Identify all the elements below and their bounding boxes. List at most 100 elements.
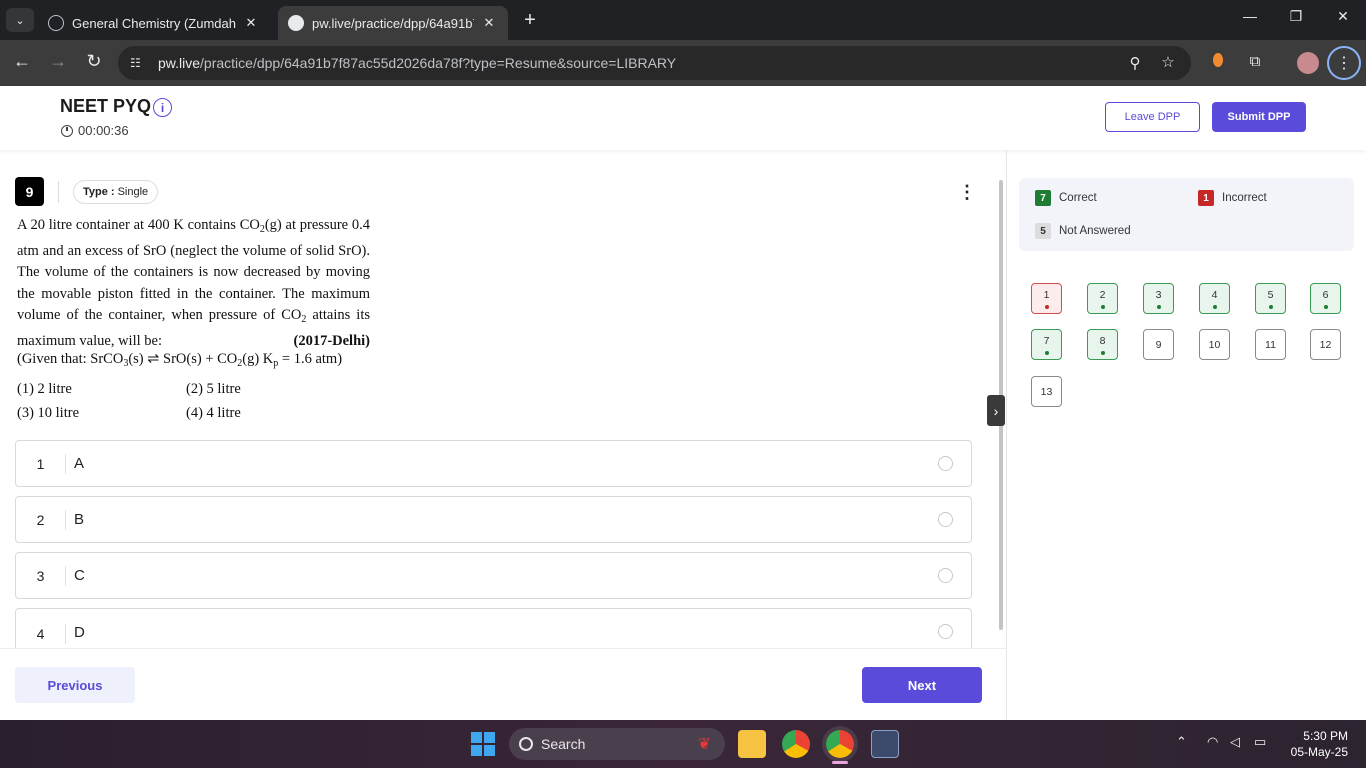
file-explorer-icon[interactable] <box>738 730 766 758</box>
chrome-profile-icon[interactable] <box>826 730 854 758</box>
page-title: NEET PYQ <box>60 96 152 116</box>
palette-question-3[interactable]: 3 <box>1143 283 1174 314</box>
question-given: (Given that: SrCO3(s) ⇌ SrO(s) + CO2(g) … <box>17 351 343 369</box>
answer-label: B <box>74 511 85 528</box>
tab-general-chemistry[interactable]: General Chemistry (Zumdahl), 1 ✕ <box>38 6 270 40</box>
new-tab-button[interactable]: + <box>518 9 542 32</box>
palette-number: 7 <box>1043 334 1050 347</box>
search-icon <box>519 737 533 751</box>
leave-dpp-button[interactable]: Leave DPP <box>1105 102 1200 132</box>
status-dot <box>1212 304 1217 309</box>
answer-radio[interactable] <box>938 512 953 527</box>
question-more-icon[interactable]: ⋮ <box>958 181 976 203</box>
tab-search-button[interactable]: ⌄ <box>6 8 34 32</box>
windows-start-icon[interactable] <box>471 732 495 756</box>
status-dot <box>1100 350 1105 355</box>
system-clock[interactable]: 5:30 PM 05-May-25 <box>1286 728 1348 760</box>
search-highlight-icon: ❦ <box>697 736 711 753</box>
type-value: Single <box>117 186 149 198</box>
palette-number: 13 <box>1040 385 1053 398</box>
stopwatch-icon <box>61 124 73 137</box>
clock-time: 5:30 PM <box>1303 729 1348 743</box>
incorrect-label: Incorrect <box>1222 192 1267 204</box>
answer-label: D <box>74 624 85 641</box>
type-label: Type : <box>83 186 115 198</box>
palette-question-7[interactable]: 7 <box>1031 329 1062 360</box>
answer-number: 4 <box>16 624 66 644</box>
battery-icon[interactable]: ▭ <box>1254 734 1266 750</box>
minimize-button[interactable]: — <box>1235 8 1265 24</box>
correct-count: 7 <box>1035 190 1051 206</box>
pw-logo-icon <box>288 15 304 31</box>
tab-pw-live[interactable]: pw.live/practice/dpp/64a91b7f8 ✕ <box>278 6 508 40</box>
palette-question-12[interactable]: 12 <box>1310 329 1341 360</box>
site-info-icon[interactable]: ☷ <box>130 56 150 70</box>
question-type-chip: Type : Single <box>73 180 159 204</box>
divider <box>58 181 59 203</box>
info-icon[interactable]: i <box>153 98 172 117</box>
globe-icon <box>48 15 64 31</box>
extension-icon[interactable] <box>1207 53 1229 71</box>
extensions-puzzle-icon[interactable]: ⧉ <box>1244 53 1266 70</box>
wifi-icon[interactable]: ◠ <box>1207 734 1218 750</box>
answer-radio[interactable] <box>938 568 953 583</box>
taskbar-search[interactable]: Search ❦ <box>509 728 725 760</box>
palette-question-2[interactable]: 2 <box>1087 283 1118 314</box>
legend-not-answered: 5 Not Answered <box>1035 223 1131 239</box>
palette-question-5[interactable]: 5 <box>1255 283 1286 314</box>
zoom-icon[interactable]: ⚲ <box>1125 54 1145 72</box>
close-tab-icon[interactable]: ✕ <box>242 15 260 31</box>
question-option-4: (4) 4 litre <box>186 405 241 421</box>
legend-correct: 7 Correct <box>1035 190 1097 206</box>
answer-option-a[interactable]: 1 A <box>15 440 972 487</box>
palette-question-9[interactable]: 9 <box>1143 329 1174 360</box>
collapse-panel-button[interactable]: › <box>987 395 1005 426</box>
palette-question-10[interactable]: 10 <box>1199 329 1230 360</box>
palette-question-6[interactable]: 6 <box>1310 283 1341 314</box>
address-bar[interactable]: ☷ pw.live/practice/dpp/64a91b7f87ac55d20… <box>118 46 1191 80</box>
status-dot <box>1044 350 1049 355</box>
question-number: 9 <box>15 177 44 206</box>
restore-button[interactable]: ❐ <box>1281 8 1311 25</box>
timer-value: 00:00:36 <box>78 123 129 138</box>
chevron-up-icon[interactable]: ⌃ <box>1176 734 1187 750</box>
answer-option-d[interactable]: 4 D <box>15 608 972 648</box>
question-text: A 20 litre container at 400 K contains C… <box>17 215 370 353</box>
previous-button[interactable]: Previous <box>15 667 135 703</box>
calculator-icon[interactable] <box>871 730 899 758</box>
next-button[interactable]: Next <box>862 667 982 703</box>
palette-number: 8 <box>1099 334 1106 347</box>
forward-button[interactable]: → <box>46 51 70 72</box>
status-legend: 7 Correct 1 Incorrect 5 Not Answered <box>1019 178 1354 251</box>
palette-question-13[interactable]: 13 <box>1031 376 1062 407</box>
answer-radio[interactable] <box>938 456 953 471</box>
chrome-icon[interactable] <box>782 730 810 758</box>
palette-question-8[interactable]: 8 <box>1087 329 1118 360</box>
answer-option-b[interactable]: 2 B <box>15 496 972 543</box>
taskbar-search-label: Search <box>541 736 586 752</box>
tab-title: General Chemistry (Zumdahl), 1 <box>72 15 236 31</box>
close-tab-icon[interactable]: ✕ <box>480 15 498 31</box>
palette-number: 11 <box>1265 338 1276 351</box>
palette-number: 1 <box>1043 288 1050 301</box>
close-window-button[interactable]: ✕ <box>1328 8 1358 25</box>
reload-button[interactable]: ↻ <box>82 51 106 72</box>
submit-dpp-button[interactable]: Submit DPP <box>1212 102 1306 132</box>
answer-number: 2 <box>16 509 66 530</box>
answer-number: 3 <box>16 565 66 586</box>
question-source: (2017-Delhi) <box>293 332 370 349</box>
status-dot <box>1156 304 1161 309</box>
active-app-indicator <box>832 761 848 764</box>
windows-taskbar: Search ❦ ⌃ ◠ ◁ ▭ 5:30 PM 05-May-25 <box>0 720 1366 768</box>
browser-menu-icon[interactable]: ⋮ <box>1327 46 1361 80</box>
answer-option-c[interactable]: 3 C <box>15 552 972 599</box>
answer-label: C <box>74 567 85 584</box>
volume-icon[interactable]: ◁ <box>1230 734 1240 750</box>
palette-question-1[interactable]: 1 <box>1031 283 1062 314</box>
palette-question-4[interactable]: 4 <box>1199 283 1230 314</box>
bookmark-star-icon[interactable]: ☆ <box>1158 53 1178 71</box>
answer-radio[interactable] <box>938 624 953 639</box>
profile-avatar[interactable] <box>1297 52 1319 74</box>
palette-question-11[interactable]: 11 <box>1255 329 1286 360</box>
back-button[interactable]: ← <box>10 51 34 72</box>
